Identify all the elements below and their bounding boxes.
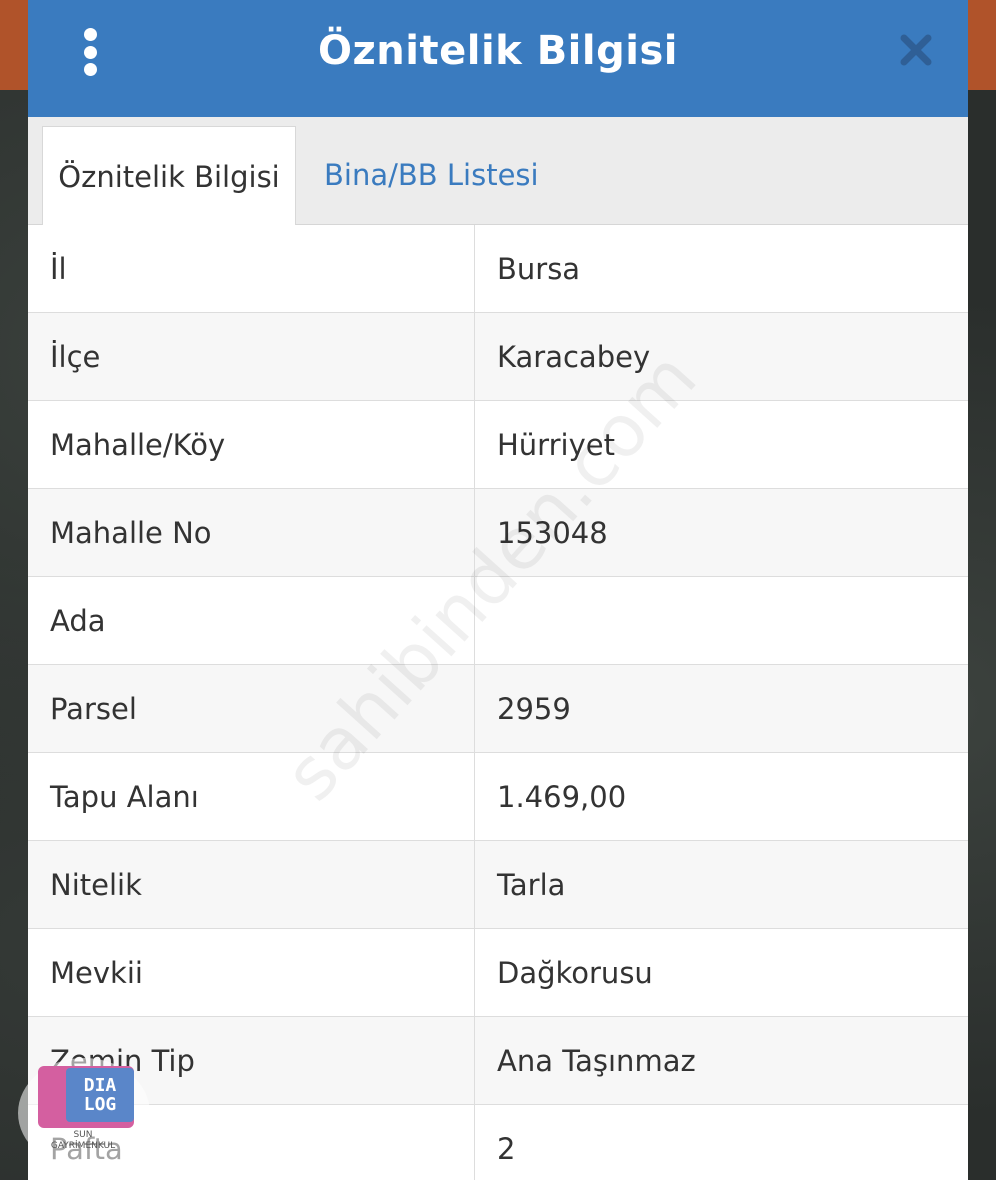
table-row: Tapu Alanı 1.469,00 — [28, 753, 968, 841]
row-value: Ana Taşınmaz — [497, 1043, 696, 1078]
more-vertical-icon[interactable] — [80, 28, 100, 76]
row-value: Bursa — [497, 251, 581, 286]
row-label: Tapu Alanı — [28, 753, 475, 840]
table-row: Zemin Tip Ana Taşınmaz — [28, 1017, 968, 1105]
table-row: Mahalle No 153048 — [28, 489, 968, 577]
row-label: Ada — [28, 577, 475, 664]
logo-text-line1: DIA — [83, 1075, 117, 1096]
logo-subtitle: SUN GAYRİMENKUL — [48, 1130, 118, 1152]
row-label: Mevkii — [28, 929, 475, 1016]
row-label: Nitelik — [28, 841, 475, 928]
table-row: İlçe Karacabey — [28, 313, 968, 401]
dialog-logo: DIA LOG SUN GAYRİMENKUL — [18, 1058, 158, 1168]
row-label: İlçe — [28, 313, 475, 400]
backdrop-strip-left — [0, 0, 30, 90]
table-row: Mevkii Dağkorusu — [28, 929, 968, 1017]
row-value: Dağkorusu — [497, 955, 653, 990]
table-row: Mahalle/Köy Hürriyet — [28, 401, 968, 489]
table-row: Ada — [28, 577, 968, 665]
logo-text-line2: LOG — [83, 1094, 117, 1115]
row-value: Tarla — [497, 867, 566, 902]
table-row: Parsel 2959 — [28, 665, 968, 753]
logo-sub-line1: SUN — [73, 1130, 93, 1140]
close-icon[interactable] — [898, 32, 934, 68]
row-label: Mahalle No — [28, 489, 475, 576]
row-label: Parsel — [28, 665, 475, 752]
tab-bar: Öznitelik Bilgisi Bina/BB Listesi — [28, 117, 968, 226]
dialog-header: Öznitelik Bilgisi — [28, 0, 968, 117]
row-value: 1.469,00 — [497, 779, 627, 814]
row-value: Hürriyet — [497, 427, 615, 462]
tab-building-list[interactable]: Bina/BB Listesi — [324, 125, 539, 224]
backdrop-strip-right — [966, 0, 996, 90]
dialog-title: Öznitelik Bilgisi — [318, 27, 678, 74]
table-row: İl Bursa — [28, 225, 968, 313]
row-value: 2 — [497, 1131, 516, 1166]
row-value: 2959 — [497, 691, 571, 726]
table-row: Nitelik Tarla — [28, 841, 968, 929]
logo-mark-inner: DIA LOG — [66, 1068, 134, 1122]
row-label: Mahalle/Köy — [28, 401, 475, 488]
row-value — [475, 577, 968, 664]
row-value: Karacabey — [497, 339, 651, 374]
table-row: Pafta 2 — [28, 1105, 968, 1180]
row-label: İl — [28, 225, 475, 312]
logo-mark: DIA LOG — [38, 1066, 134, 1128]
row-value: 153048 — [497, 515, 608, 550]
attribute-dialog: Öznitelik Bilgisi Öznitelik Bilgisi Bina… — [28, 0, 968, 1180]
logo-sub-line2: GAYRİMENKUL — [50, 1141, 116, 1151]
tab-attribute-info[interactable]: Öznitelik Bilgisi — [42, 126, 296, 226]
attribute-table: İl Bursa İlçe Karacabey Mahalle/Köy Hürr… — [28, 225, 968, 1180]
